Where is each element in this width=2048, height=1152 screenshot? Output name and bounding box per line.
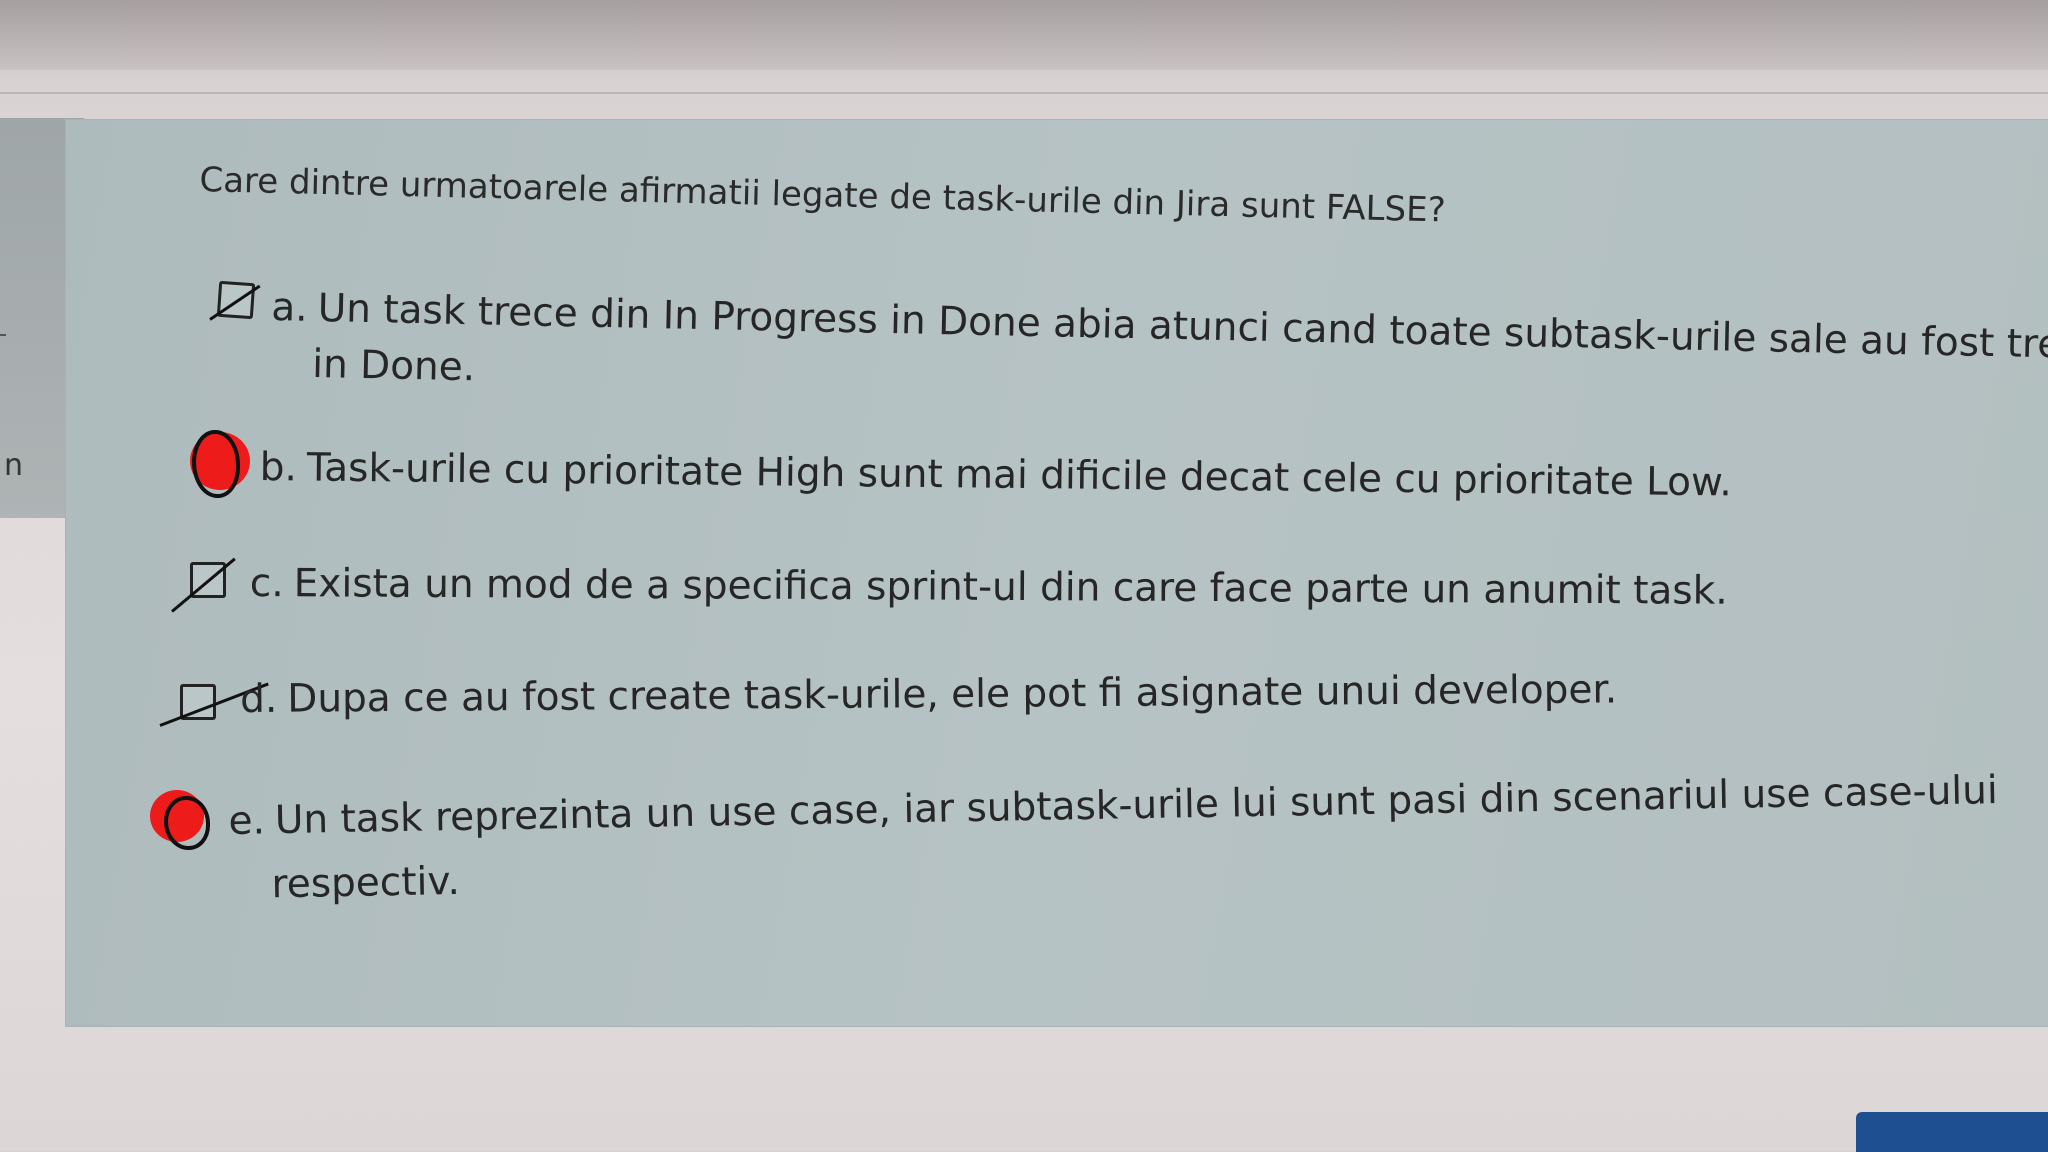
header-divider bbox=[0, 92, 2048, 94]
window-top-strip bbox=[0, 0, 2048, 70]
left-panel-partial-label: n bbox=[4, 448, 24, 483]
option-d[interactable]: d. Dupa ce au fost create task-urile, ele… bbox=[240, 662, 1617, 728]
left-panel-tick bbox=[0, 334, 6, 336]
option-d-letter: d. bbox=[240, 676, 278, 722]
option-b-text: Task-urile cu prioritate High sunt mai d… bbox=[306, 445, 1732, 506]
option-c-text: Exista un mod de a specifica sprint-ul d… bbox=[293, 561, 1728, 614]
option-d-text: Dupa ce au fost create task-urile, ele p… bbox=[287, 667, 1618, 722]
corner-button[interactable] bbox=[1856, 1112, 2048, 1152]
option-e-letter: e. bbox=[228, 798, 266, 844]
option-c-letter: c. bbox=[249, 560, 284, 607]
option-b-letter: b. bbox=[259, 444, 298, 491]
option-c[interactable]: c. Exista un mod de a specifica sprint-ul… bbox=[250, 556, 1728, 620]
option-a-letter: a. bbox=[270, 284, 309, 331]
